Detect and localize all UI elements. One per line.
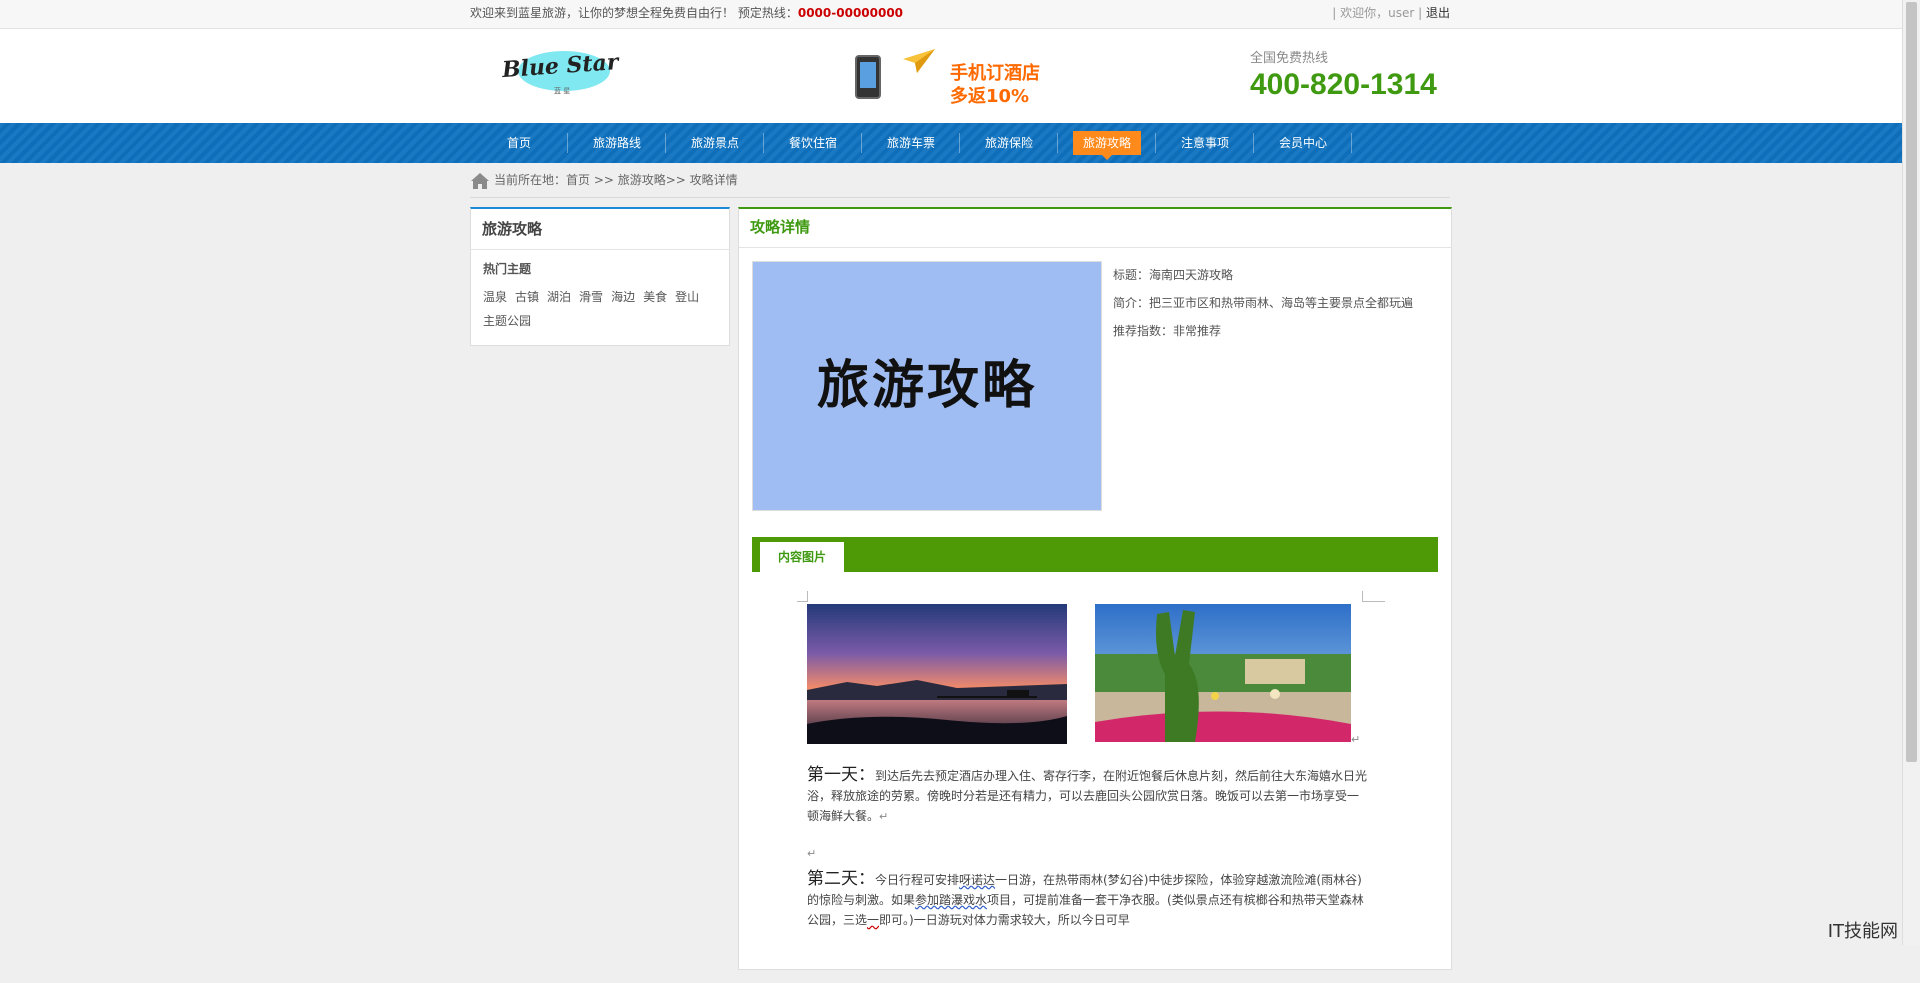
nav-item-label: 旅游路线: [592, 136, 641, 150]
info-intro: 简介：把三亚市区和热带雨林、海岛等主要景点全都玩遍: [1113, 296, 1414, 310]
home-icon: [471, 173, 489, 189]
nav-item-label: 首页: [506, 136, 531, 150]
nav-item-5[interactable]: 旅游保险: [960, 123, 1058, 163]
topic-tag[interactable]: 主题公园: [483, 309, 531, 333]
doc-corner-mark: [1362, 591, 1385, 602]
nav-item-label: 注意事项: [1180, 136, 1229, 150]
svg-text:蓝 星: 蓝 星: [554, 86, 570, 95]
content-tabbar: 内容图片: [752, 537, 1438, 572]
nav-item-3[interactable]: 餐饮住宿: [764, 123, 862, 163]
day1-heading: 第一天：: [807, 765, 875, 785]
vertical-scrollbar[interactable]: [1902, 0, 1920, 945]
nav-item-1[interactable]: 旅游路线: [568, 123, 666, 163]
main-title: 攻略详情: [739, 209, 1451, 248]
welcome-text: 欢迎来到蓝星旅游，让你的梦想全程免费自由行！: [470, 6, 735, 20]
sidebar: 旅游攻略 热门主题 温泉 古镇 湖泊 滑雪 海边 美食 登山主题公园: [470, 207, 730, 346]
day1-paragraph: 第一天：到达后先去预定酒店办理入住、寄存行李，在附近饱餐后休息片刻，然后前往大东…: [807, 765, 1368, 823]
sunset-pier-photo: [807, 604, 1067, 744]
sidebar-title: 旅游攻略: [471, 209, 729, 250]
tab-content-images[interactable]: 内容图片: [760, 542, 845, 572]
paragraph-mark: ↵: [807, 847, 817, 860]
day2-link-yanoda: 呀诺达: [959, 873, 996, 887]
content-area: 当前所在地：首页 >> 旅游攻略>> 攻略详情 旅游攻略 热门主题 温泉 古镇 湖泊…: [470, 163, 1452, 983]
doc-corner-mark: [797, 591, 808, 602]
guide-info: 标题：海南四天游攻略 简介：把三亚市区和热带雨林、海岛等主要景点全都玩遍 推荐指…: [1113, 265, 1413, 349]
logo-icon: Blue Star 蓝 星: [500, 49, 620, 95]
day2-text-a: 今日行程可安排: [875, 873, 960, 887]
nav-item-4[interactable]: 旅游车票: [862, 123, 960, 163]
nav-item-7[interactable]: 注意事项: [1156, 123, 1254, 163]
day2-link-one: 一: [867, 913, 880, 927]
main-nav: 首页 旅游路线 旅游景点 餐饮住宿 旅游车票 旅游保险 旅游攻略 注意事项 会员中心: [0, 123, 1920, 163]
tag-list: 温泉 古镇 湖泊 滑雪 海边 美食 登山主题公园: [471, 277, 725, 333]
topic-tag[interactable]: 湖泊: [547, 285, 571, 309]
top-bar: 欢迎来到蓝星旅游，让你的梦想全程免费自由行！ 预定热线：0000-0000000…: [0, 0, 1920, 29]
breadcrumb: 当前所在地：首页 >> 旅游攻略>> 攻略详情: [470, 163, 1450, 198]
topic-tag[interactable]: 古镇: [515, 285, 539, 309]
cover-text: 旅游攻略: [816, 355, 1037, 416]
nav-item-label: 餐饮住宿: [788, 136, 837, 150]
day2-link-waterfall: 参加踏瀑戏水: [915, 893, 988, 907]
cover-image: 旅游攻略: [752, 261, 1102, 511]
main-panel: 攻略详情 旅游攻略 标题：海南四天游攻略 简介：把三亚市区和热带雨林、海岛等主要…: [738, 207, 1452, 970]
mobile-hotel-promo[interactable]: 手机订酒店 多返10%: [855, 47, 1055, 107]
nav-item-6[interactable]: 旅游攻略: [1058, 123, 1156, 163]
hotline-number: 0000-00000000: [797, 6, 904, 20]
logout-link[interactable]: 退出: [1426, 6, 1450, 20]
hotline-label: 全国免费热线: [1250, 51, 1329, 66]
topic-tag[interactable]: 滑雪: [579, 285, 603, 309]
user-name: user: [1388, 6, 1415, 20]
info-rating: 推荐指数：非常推荐: [1113, 324, 1222, 338]
day2-paragraph: 第二天：今日行程可安排呀诺达一日游，在热带雨林(梦幻谷)中徒步探险，体验穿越激流…: [807, 869, 1367, 930]
breadcrumb-text: 当前所在地：首页 >> 旅游攻略>> 攻略详情: [494, 173, 738, 187]
header-hotline: 全国免费热线 400-820-1314: [1250, 47, 1450, 102]
logo[interactable]: Blue Star 蓝 星: [492, 47, 632, 101]
scrollbar-thumb[interactable]: [1906, 2, 1917, 762]
hotline-label: 预定热线：: [737, 6, 798, 20]
watermark-text: IT技能网: [1827, 921, 1898, 942]
topic-tag[interactable]: 温泉: [483, 285, 507, 309]
day2-text-d: 即可。)一日游玩对体力需求较大，所以今日可早: [879, 913, 1130, 927]
day2-heading: 第二天：: [807, 869, 875, 889]
nav-item-2[interactable]: 旅游景点: [666, 123, 764, 163]
sidebar-subtitle: 热门主题: [483, 262, 532, 276]
topic-tag[interactable]: 登山: [675, 285, 699, 309]
nav-item-label: 旅游保险: [984, 136, 1033, 150]
topic-tag[interactable]: 美食: [643, 285, 667, 309]
topiary-garden-photo: [1095, 604, 1351, 742]
nav-item-label: 会员中心: [1278, 136, 1327, 150]
promo-line2: 多返10%: [950, 86, 1030, 107]
header: Blue Star 蓝 星 手机订酒店 多返10% 全国免费热线 400-820…: [0, 29, 1920, 123]
user-area: | 欢迎你，user | 退出: [1332, 0, 1450, 27]
nav-item-8[interactable]: 会员中心: [1254, 123, 1352, 163]
nav-item-label: 旅游景点: [690, 136, 739, 150]
hotline-number: 400-820-1314: [1250, 68, 1437, 101]
nav-item-0[interactable]: 首页: [470, 123, 568, 163]
user-prefix: | 欢迎你，: [1332, 6, 1389, 20]
topic-tag[interactable]: 海边: [611, 285, 635, 309]
nav-item-label: 旅游车票: [886, 136, 935, 150]
paper-plane-icon: [903, 49, 935, 73]
info-title: 标题：海南四天游攻略: [1113, 268, 1234, 282]
paragraph-mark: ↵: [1351, 733, 1361, 746]
day1-text: 到达后先去预定酒店办理入住、寄存行李，在附近饱餐后休息片刻，然后前往大东海嬉水日…: [807, 769, 1368, 823]
nav-item-label: 旅游攻略: [1072, 131, 1141, 160]
phone-icon: [855, 55, 881, 99]
user-sep: |: [1414, 6, 1423, 20]
